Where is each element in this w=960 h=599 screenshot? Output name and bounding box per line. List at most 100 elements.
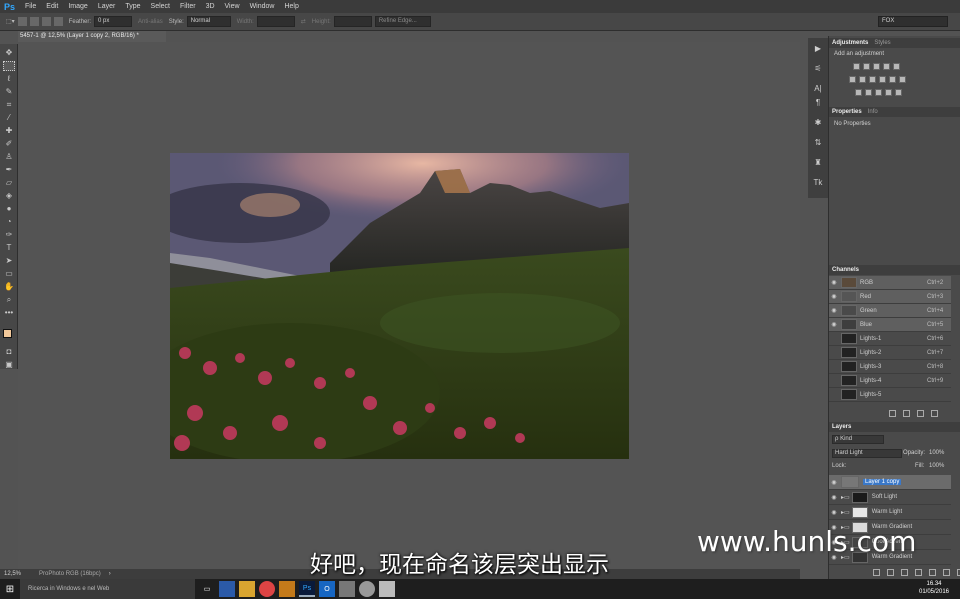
layer-name-input[interactable]: Layer 1 copy bbox=[863, 479, 902, 485]
tab-channels[interactable]: Channels bbox=[832, 267, 859, 273]
clone-stamp-tool-icon[interactable]: ♙ bbox=[3, 152, 15, 162]
outlook-icon[interactable]: O bbox=[319, 581, 335, 597]
fill-value[interactable]: 100% bbox=[929, 463, 944, 469]
add-selection-icon[interactable] bbox=[29, 17, 39, 26]
photo-filter-icon[interactable] bbox=[879, 76, 886, 83]
layer-filter-select[interactable]: ρ Kind bbox=[832, 435, 884, 444]
tab-layers[interactable]: Layers bbox=[832, 424, 851, 430]
hand-tool-icon[interactable]: ✋ bbox=[3, 282, 15, 292]
quick-select-tool-icon[interactable]: ✎ bbox=[3, 87, 15, 97]
feather-input[interactable]: 0 px bbox=[94, 16, 133, 27]
move-tool-icon[interactable]: ✥ bbox=[3, 48, 15, 58]
channel-row[interactable]: ◉ Red Ctrl+3 bbox=[829, 290, 951, 304]
task-view-icon[interactable]: ▭ bbox=[199, 581, 215, 597]
brush-tool-icon[interactable]: ✐ bbox=[3, 139, 15, 149]
channel-row[interactable]: ◉ Lights-1 Ctrl+6 bbox=[829, 332, 951, 346]
menu-filter[interactable]: Filter bbox=[175, 3, 201, 10]
add-mask-icon[interactable] bbox=[901, 569, 908, 576]
folder-icon[interactable]: ▸▭ bbox=[841, 509, 850, 516]
crop-tool-icon[interactable]: ⌗ bbox=[3, 100, 15, 110]
hue-saturation-icon[interactable] bbox=[849, 76, 856, 83]
history-brush-tool-icon[interactable]: ✒ bbox=[3, 165, 15, 175]
layer-row[interactable]: ◉ ▸▭ Soft Light bbox=[829, 490, 951, 505]
more-tools-icon[interactable]: ••• bbox=[3, 308, 15, 318]
eye-icon[interactable]: ◉ bbox=[829, 321, 839, 328]
type-tool-icon[interactable]: T bbox=[3, 243, 15, 253]
zoom-level[interactable]: 12,5% bbox=[4, 571, 21, 577]
zoom-tool-icon[interactable]: ⌕ bbox=[3, 295, 15, 305]
exposure-icon[interactable] bbox=[883, 63, 890, 70]
channel-row[interactable]: ◉ Blue Ctrl+5 bbox=[829, 318, 951, 332]
menu-help[interactable]: Help bbox=[279, 3, 303, 10]
eye-icon[interactable]: ◉ bbox=[829, 335, 839, 342]
brush-presets-icon[interactable]: ✱ bbox=[812, 118, 824, 129]
blur-tool-icon[interactable]: ● bbox=[3, 204, 15, 214]
eye-icon[interactable]: ◉ bbox=[829, 509, 839, 516]
dodge-tool-icon[interactable]: ◔ bbox=[3, 217, 15, 227]
channel-row[interactable]: ◉ Green Ctrl+4 bbox=[829, 304, 951, 318]
screen-mode-icon[interactable]: ▣ bbox=[3, 360, 15, 370]
tab-adjustments[interactable]: Adjustments bbox=[832, 40, 868, 46]
selective-color-icon[interactable] bbox=[895, 89, 902, 96]
menu-type[interactable]: Type bbox=[120, 3, 145, 10]
link-layers-icon[interactable] bbox=[873, 569, 880, 576]
eye-icon[interactable]: ◉ bbox=[829, 479, 839, 486]
paragraph-icon[interactable]: ¶ bbox=[812, 98, 824, 109]
clone-source-icon[interactable]: ⇅ bbox=[812, 138, 824, 149]
character-icon[interactable]: A| bbox=[812, 84, 824, 95]
layer-row[interactable]: ◉ Layer 1 copy bbox=[829, 475, 951, 490]
curves-icon[interactable] bbox=[873, 63, 880, 70]
eye-icon[interactable]: ◉ bbox=[829, 293, 839, 300]
eye-icon[interactable]: ◉ bbox=[829, 363, 839, 370]
threshold-icon[interactable] bbox=[875, 89, 882, 96]
app-icon[interactable] bbox=[279, 581, 295, 597]
tab-info[interactable]: Info bbox=[868, 109, 878, 115]
height-input[interactable] bbox=[333, 16, 372, 27]
channel-row[interactable]: ◉ Lights-3 Ctrl+8 bbox=[829, 360, 951, 374]
refine-edge-button[interactable]: Refine Edge... bbox=[374, 16, 431, 27]
marquee-tool-icon[interactable]: ⬚▾ bbox=[6, 18, 15, 25]
antialias-checkbox[interactable]: Anti-alias bbox=[138, 19, 163, 25]
rectangle-tool-icon[interactable]: ▭ bbox=[3, 269, 15, 279]
brightness-contrast-icon[interactable] bbox=[853, 63, 860, 70]
delete-channel-icon[interactable] bbox=[931, 410, 938, 417]
tab-styles[interactable]: Styles bbox=[874, 40, 890, 46]
new-group-icon[interactable] bbox=[929, 569, 936, 576]
marquee-tool-icon[interactable] bbox=[3, 61, 15, 71]
new-fill-layer-icon[interactable] bbox=[915, 569, 922, 576]
layer-style-icon[interactable] bbox=[887, 569, 894, 576]
tool-presets-icon[interactable]: ♜ bbox=[812, 158, 824, 169]
color-balance-icon[interactable] bbox=[859, 76, 866, 83]
channel-row[interactable]: ◉ RGB Ctrl+2 bbox=[829, 276, 951, 290]
photoshop-taskbar-icon[interactable]: Ps bbox=[299, 581, 315, 597]
glyphs-icon[interactable]: Tk bbox=[812, 178, 824, 189]
color-lookup-icon[interactable] bbox=[899, 76, 906, 83]
adjust-icon[interactable]: ⚟ bbox=[812, 64, 824, 75]
menu-window[interactable]: Window bbox=[245, 3, 280, 10]
pen-tool-icon[interactable]: ✑ bbox=[3, 230, 15, 240]
gradient-map-icon[interactable] bbox=[885, 89, 892, 96]
black-white-icon[interactable] bbox=[869, 76, 876, 83]
windows-start-icon[interactable]: ⊞ bbox=[0, 579, 20, 599]
menu-image[interactable]: Image bbox=[63, 3, 92, 10]
menu-layer[interactable]: Layer bbox=[93, 3, 121, 10]
foreground-color-swatch[interactable] bbox=[3, 329, 12, 338]
layer-row[interactable]: ◉ ▸▭ Warm Light bbox=[829, 505, 951, 520]
channel-row[interactable]: ◉ Lights-4 Ctrl+9 bbox=[829, 374, 951, 388]
quick-mask-icon[interactable]: ◘ bbox=[3, 347, 15, 357]
intersect-selection-icon[interactable] bbox=[53, 17, 63, 26]
folder-icon[interactable]: ▸▭ bbox=[841, 494, 850, 501]
vibrance-icon[interactable] bbox=[893, 63, 900, 70]
eye-icon[interactable]: ◉ bbox=[829, 391, 839, 398]
swap-icon[interactable]: ⇄ bbox=[301, 18, 306, 25]
document-tab[interactable]: 5457-1 @ 12,5% (Layer 1 copy 2, RGB/16) … bbox=[18, 31, 166, 42]
status-arrow-icon[interactable]: › bbox=[109, 571, 111, 577]
app-icon[interactable] bbox=[379, 581, 395, 597]
workspace-select[interactable]: FOX bbox=[878, 16, 948, 27]
menu-3d[interactable]: 3D bbox=[201, 3, 220, 10]
app-icon[interactable] bbox=[359, 581, 375, 597]
posterize-icon[interactable] bbox=[865, 89, 872, 96]
new-layer-icon[interactable] bbox=[943, 569, 950, 576]
load-selection-icon[interactable] bbox=[889, 410, 896, 417]
store-app-icon[interactable] bbox=[219, 581, 235, 597]
